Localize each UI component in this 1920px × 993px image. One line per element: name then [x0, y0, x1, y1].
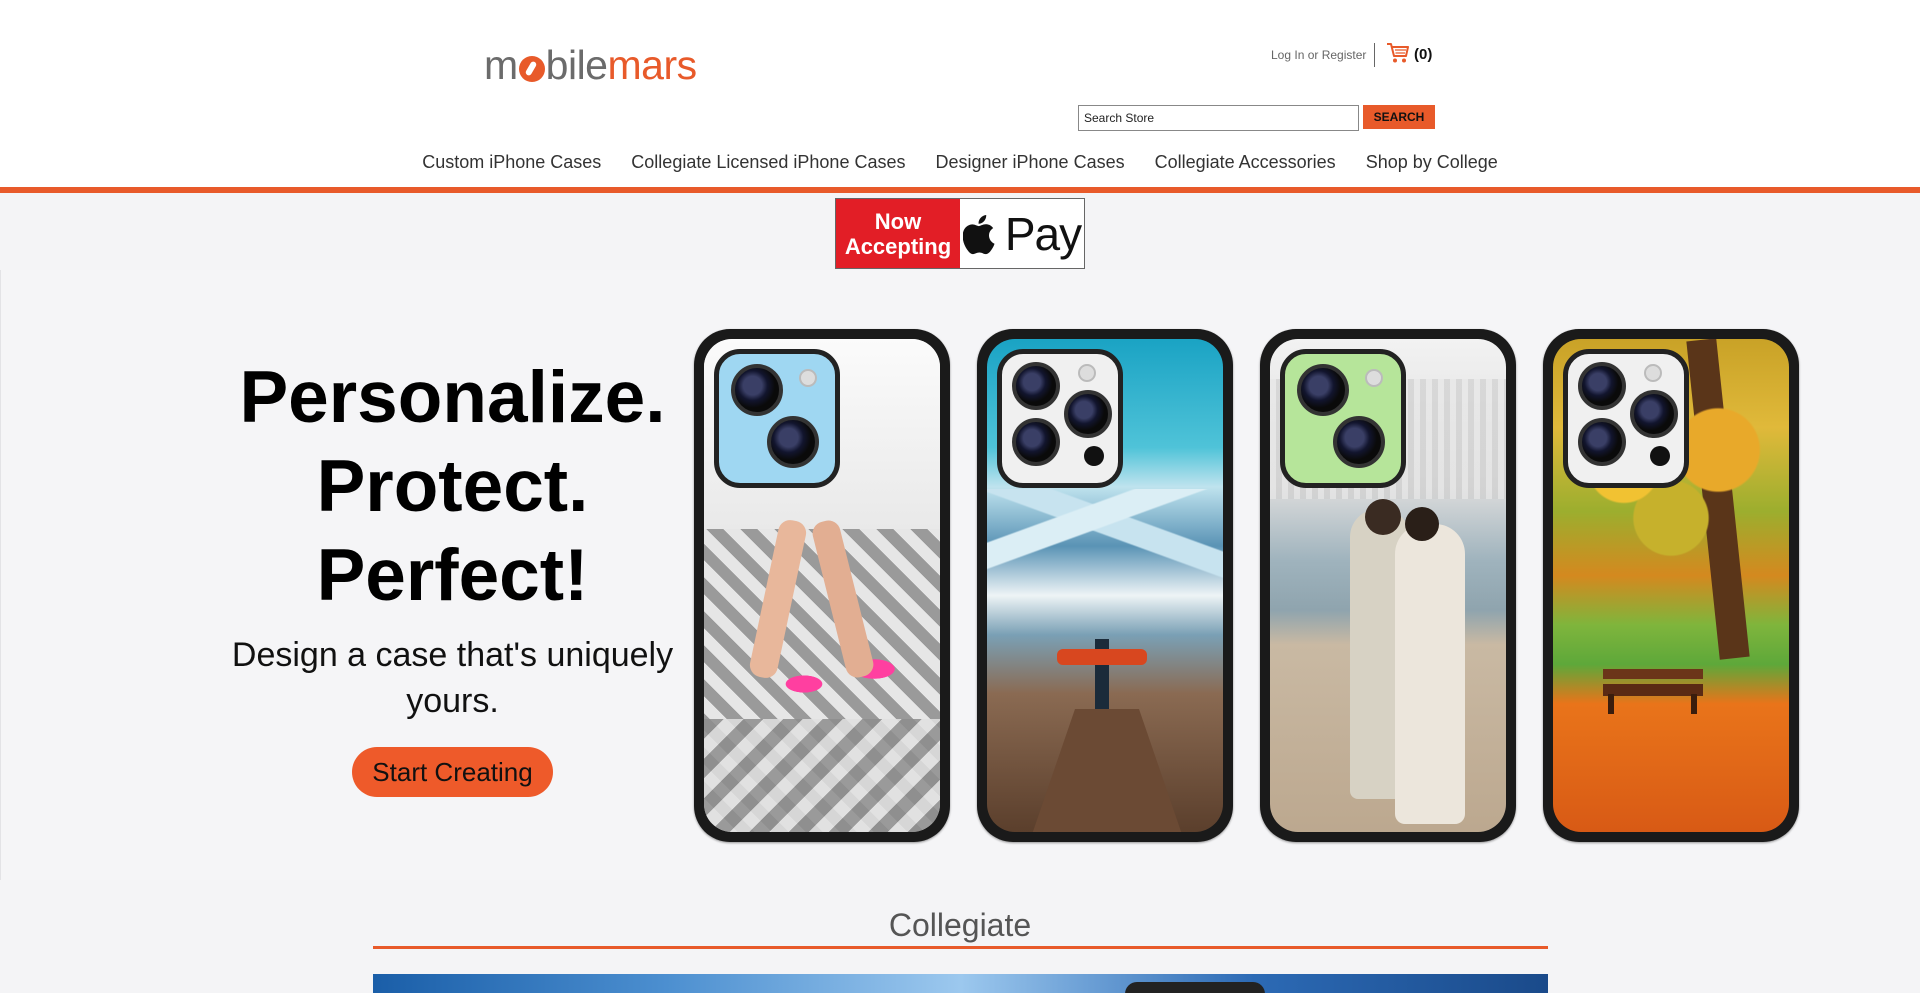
nav-collegiate-accessories[interactable]: Collegiate Accessories	[1140, 150, 1351, 174]
logo-text-end: mars	[607, 42, 697, 88]
search-button[interactable]: SEARCH	[1363, 105, 1435, 129]
case-image-mountain	[987, 339, 1223, 832]
apple-icon	[962, 214, 995, 254]
phone-case-wedding[interactable]	[1260, 329, 1516, 842]
logo-text-start: m	[484, 42, 518, 88]
case-image-wedding	[1270, 339, 1506, 832]
nav-designer-iphone-cases[interactable]: Designer iPhone Cases	[920, 150, 1139, 174]
phone-case-autumn[interactable]	[1543, 329, 1799, 842]
banner-phone-top	[1125, 982, 1265, 993]
now-accepting-line1: Now	[874, 208, 922, 234]
hero-subtitle: Design a case that's uniquely yours.	[231, 636, 674, 720]
camera-module	[1563, 349, 1689, 488]
camera-module	[997, 349, 1123, 488]
cart-count[interactable]: (0)	[1414, 46, 1432, 63]
mobilemars-logo[interactable]: m bilemars	[484, 40, 697, 90]
shopping-cart-icon[interactable]	[1386, 42, 1410, 64]
start-creating-button[interactable]: Start Creating	[352, 747, 553, 797]
hero-text-block: Personalize. Protect. Perfect! Design a …	[200, 353, 705, 797]
collegiate-banner-image[interactable]	[373, 974, 1548, 993]
nav-custom-iphone-cases[interactable]: Custom iPhone Cases	[407, 150, 616, 174]
logo-text-mid: bile	[545, 42, 608, 88]
login-register-link[interactable]: Log In or Register	[1271, 48, 1366, 62]
camera-module	[714, 349, 840, 488]
case-image-autumn	[1553, 339, 1789, 832]
hero-headline-perfect: Perfect!	[316, 535, 589, 616]
camera-module	[1280, 349, 1406, 488]
site-header: m bilemars Log In or Register (0) SEARCH …	[0, 0, 1920, 188]
phone-case-pink-sneakers[interactable]	[694, 329, 950, 842]
apple-pay-logo: Pay	[960, 199, 1084, 268]
now-accepting-label: Now Accepting	[836, 199, 960, 268]
now-accepting-line2: Accepting	[844, 233, 952, 259]
main-nav: Custom iPhone Cases Collegiate Licensed …	[0, 150, 1920, 174]
phone-case-mountain[interactable]	[977, 329, 1233, 842]
pay-text: Pay	[1004, 207, 1082, 260]
nav-collegiate-licensed-iphone-cases[interactable]: Collegiate Licensed iPhone Cases	[616, 150, 920, 174]
main-content: Now Accepting Pay Personalize. Protect. …	[0, 193, 1920, 993]
hero-headline-personalize: Personalize.	[239, 357, 666, 438]
nav-shop-by-college[interactable]: Shop by College	[1351, 150, 1513, 174]
hero-headline-protect: Protect.	[316, 446, 589, 527]
header-divider	[1374, 43, 1375, 67]
search-input[interactable]	[1078, 105, 1359, 131]
collegiate-section-title: Collegiate	[888, 907, 1032, 943]
logo-o-icon	[518, 56, 545, 82]
apple-pay-banner: Now Accepting Pay	[835, 198, 1085, 269]
collegiate-section-rule	[373, 946, 1548, 949]
case-image-pink-sneakers	[704, 339, 940, 832]
